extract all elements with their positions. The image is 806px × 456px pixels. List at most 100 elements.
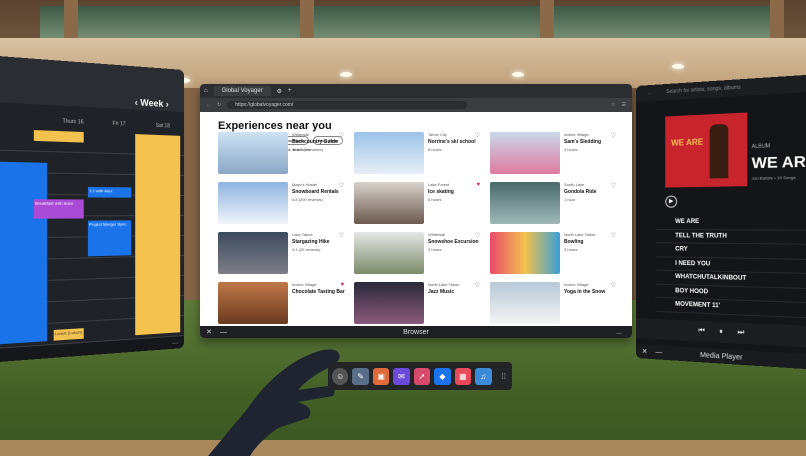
quick-settings-icon[interactable]: ✎ xyxy=(352,367,369,385)
new-tab-icon[interactable]: + xyxy=(288,88,292,94)
experience-card[interactable]: Lake Tahoe Stargazing Hike 4.4 (25 reviews… xyxy=(218,232,346,276)
play-button[interactable]: ▶ xyxy=(665,195,678,208)
calendar-event[interactable]: Lunch (Lunch) xyxy=(53,328,84,341)
profile-avatar[interactable]: ☺ xyxy=(332,367,349,385)
minimize-icon[interactable]: — xyxy=(220,329,227,336)
experience-card[interactable]: North Lake Tahoe Bowling 3 hours ♡ xyxy=(490,232,618,276)
card-title: Ice skating xyxy=(428,189,454,195)
calendar-event[interactable]: Project Merger Sync xyxy=(87,220,132,257)
card-title: Yoga in the Snow xyxy=(564,289,606,295)
day-header: Fri 17 xyxy=(112,120,126,128)
close-icon[interactable]: ✕ xyxy=(642,347,648,355)
experience-card[interactable]: Incline Village Yoga in the Snow ♡ xyxy=(490,282,618,326)
card-location: North Lake Tahoe xyxy=(428,282,460,287)
card-title: Jazz Music xyxy=(428,289,455,295)
window-title: Browser xyxy=(403,328,429,336)
heart-icon[interactable]: ♡ xyxy=(339,132,344,139)
messenger-icon[interactable]: ✉ xyxy=(393,367,410,385)
heart-icon[interactable]: ♡ xyxy=(339,232,344,239)
experience-image xyxy=(218,232,288,274)
app-library-icon[interactable]: ⁞⁞ xyxy=(496,368,512,385)
page-title: Experiences near you xyxy=(218,120,332,132)
card-meta: ★ 4.5 (2 reviews) xyxy=(292,147,323,152)
browser-footer: ✕ — Browser ... xyxy=(200,326,632,338)
card-location: Lake Forest xyxy=(428,182,450,187)
calendar-event[interactable]: Breakfast with team xyxy=(33,199,84,219)
bookmark-icon[interactable]: ☆ xyxy=(611,102,615,108)
ceiling-light xyxy=(512,72,524,77)
experience-image xyxy=(490,182,560,224)
calendar-event[interactable] xyxy=(33,130,84,143)
experience-card[interactable]: Incline Village Sam's Sledding 4 hours ♡ xyxy=(490,132,618,176)
home-icon[interactable]: ⌂ xyxy=(204,88,208,94)
heart-icon[interactable]: ♡ xyxy=(475,232,480,239)
card-meta: 4.4 (25 reviews) xyxy=(292,247,321,252)
experience-image xyxy=(354,132,424,174)
experience-card[interactable]: Whitewall Backcountry Guide ★ 4.5 (2 revie… xyxy=(218,132,346,176)
close-icon[interactable]: ✕ xyxy=(206,328,212,336)
pause-icon[interactable]: ⏸ xyxy=(719,328,723,337)
card-title: Norrine's ski school xyxy=(428,139,476,145)
card-location: Tahoe City xyxy=(428,132,447,137)
url-field[interactable]: https://globalvoyager.com/ xyxy=(227,101,468,109)
next-icon[interactable]: ⏭ xyxy=(738,329,745,338)
reload-icon[interactable]: ↻ xyxy=(217,102,221,108)
experience-card[interactable]: Whitewall Snowshoe Excursion 3 hours ♡ xyxy=(354,232,482,276)
minimize-icon[interactable]: — xyxy=(655,349,662,357)
experience-image xyxy=(218,132,288,174)
more-options-button[interactable]: ... xyxy=(616,329,622,336)
music-icon[interactable]: ♫ xyxy=(475,367,492,385)
heart-icon[interactable]: ♡ xyxy=(475,282,480,289)
card-title: Chocolate Tasting Bar xyxy=(292,289,345,295)
card-location: Whitewall xyxy=(428,232,446,237)
day-header: Sat 18 xyxy=(155,122,170,130)
media-player-window[interactable]: ← Search for artists, songs, albums WE A… xyxy=(636,74,806,370)
heart-icon[interactable]: ♡ xyxy=(475,132,480,139)
ceiling-light xyxy=(672,64,684,69)
experience-image xyxy=(218,182,288,224)
calendar-window[interactable]: ‹ Week › Thurs 16 Fri 17 Sat 18 Breakfas… xyxy=(0,56,184,362)
settings-icon[interactable]: ⚙ xyxy=(277,88,282,95)
week-view-selector[interactable]: ‹ Week › xyxy=(135,97,169,109)
back-icon[interactable]: ← xyxy=(206,102,211,108)
previous-icon[interactable]: ⏮ xyxy=(698,327,704,336)
back-icon[interactable]: ← xyxy=(648,90,653,96)
calendar-event[interactable]: 1:1 with Alex xyxy=(87,186,132,198)
heart-icon[interactable]: ♥ xyxy=(476,182,480,188)
menu-icon[interactable]: ☰ xyxy=(622,102,626,108)
card-meta: 8 hours xyxy=(428,197,442,202)
card-location: North Lake Tahoe xyxy=(564,232,596,237)
experience-card[interactable]: North Lake Tahoe Jazz Music ♡ xyxy=(354,282,482,326)
cover-text: WE ARE xyxy=(671,137,704,148)
heart-icon[interactable]: ♡ xyxy=(339,182,344,189)
calendar-event[interactable] xyxy=(135,134,181,336)
calendar-grid[interactable]: Breakfast with team 1:1 with Alex Projec… xyxy=(0,128,184,349)
heart-icon[interactable]: ♡ xyxy=(611,182,616,189)
experience-card[interactable]: Lake Forest Ice skating 8 hours ♥ xyxy=(354,182,482,226)
track-item[interactable]: WE ARE xyxy=(655,215,806,231)
heart-icon[interactable]: ♥ xyxy=(340,282,344,288)
card-meta: 3 hours xyxy=(564,247,578,252)
tab-bar: ⌂ Global Voyager ⚙ + xyxy=(200,84,632,98)
heart-icon[interactable]: ♡ xyxy=(611,132,616,139)
experience-card[interactable]: Tahoe City Norrine's ski school 8 hours ♡ xyxy=(354,132,482,176)
store-icon[interactable]: ▣ xyxy=(372,367,390,385)
browser-tab[interactable]: Global Voyager xyxy=(213,86,271,96)
card-location: Whitewall xyxy=(292,132,310,137)
experience-card[interactable]: South Lake Gondola Ride 1 hour ♡ xyxy=(490,182,618,226)
album-cover[interactable]: WE ARE xyxy=(665,112,748,188)
heart-icon[interactable]: ♡ xyxy=(611,232,616,239)
card-location: Incline Village xyxy=(564,282,589,287)
search-input[interactable]: Search for artists, songs, albums xyxy=(666,84,741,95)
card-meta: 8 hours xyxy=(428,147,442,152)
dropbox-icon[interactable]: ◆ xyxy=(434,367,451,385)
browser-window[interactable]: ⌂ Global Voyager ⚙ + ← ↻ https://globalv… xyxy=(200,84,632,338)
share-icon[interactable]: ➚ xyxy=(413,367,431,385)
experience-card[interactable]: Mayo's Hostel Snowboard Rentals 4.8 (200 r… xyxy=(218,182,346,226)
heart-icon[interactable]: ♡ xyxy=(611,282,616,289)
card-meta: 4 hours xyxy=(564,147,578,152)
experience-card[interactable]: Incline Village Chocolate Tasting Bar ♥ xyxy=(218,282,346,326)
calendar-icon[interactable]: ▦ xyxy=(454,367,472,385)
calendar-event[interactable] xyxy=(0,161,48,345)
card-location: Lake Tahoe xyxy=(292,232,313,237)
